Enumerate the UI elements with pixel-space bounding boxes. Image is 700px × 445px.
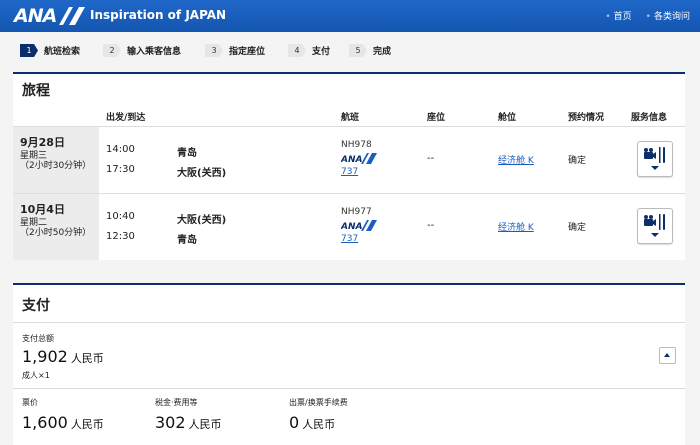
divider xyxy=(13,388,685,389)
tagline: Inspiration of JAPAN xyxy=(90,8,227,22)
fare-value: 1,600 xyxy=(22,413,68,432)
logo-text: ANA xyxy=(14,5,57,27)
chevron-up-icon xyxy=(664,353,670,357)
date-cell: 9月28日 星期三 （2小时30分钟） xyxy=(13,127,99,193)
step-passenger-info: 2 输入乘客信息 xyxy=(103,44,181,57)
date-cell: 10月4日 星期二 （2小时50分钟） xyxy=(13,194,99,260)
passenger-count: 成人×1 xyxy=(22,371,50,380)
total-value: 1,902 xyxy=(22,347,68,366)
aircraft-link[interactable]: 737 xyxy=(341,234,358,244)
fare-label: 票价 xyxy=(22,398,38,407)
inquiry-link[interactable]: • 各类询问 xyxy=(646,9,690,22)
arrival-time: 17:30 xyxy=(106,164,135,175)
chevron-down-icon xyxy=(651,233,659,237)
step-number: 4 xyxy=(288,44,306,57)
home-link[interactable]: • 首页 xyxy=(605,9,631,22)
cabin-link[interactable]: 经济舱 K xyxy=(498,220,534,233)
total-amount: 1,902 人民币 xyxy=(22,347,104,366)
service-info-button[interactable] xyxy=(637,141,673,177)
seat-value: -- xyxy=(427,153,435,164)
step-label: 指定座位 xyxy=(229,47,266,57)
step-label: 输入乘客信息 xyxy=(127,47,182,57)
step-flight-search: 1 航班检索 xyxy=(20,44,80,57)
cabin-link[interactable]: 经济舱 K xyxy=(498,153,534,166)
flight-duration: （2小时30分钟） xyxy=(20,161,92,171)
ana-airline-icon: ANA xyxy=(341,220,377,231)
reservation-status: 确定 xyxy=(568,223,587,233)
col-status: 预约情况 xyxy=(568,113,605,123)
booking-steps: 1 航班检索 2 输入乘客信息 3 指定座位 4 支付 5 完成 xyxy=(0,32,700,68)
payment-title: 支付 xyxy=(22,298,50,314)
itinerary-title: 旅程 xyxy=(22,83,50,99)
step-seat-select: 3 指定座位 xyxy=(205,44,265,57)
svg-text:ANA: ANA xyxy=(341,155,362,164)
departure-city: 青岛 xyxy=(177,148,197,159)
arrival-time: 12:30 xyxy=(106,231,135,242)
flight-row: 10月4日 星期二 （2小时50分钟） 10:40 大阪(关西) 12:30 青… xyxy=(13,193,685,260)
aircraft-link[interactable]: 737 xyxy=(341,167,358,177)
step-complete: 5 完成 xyxy=(349,44,391,57)
top-links: • 首页 • 各类询问 xyxy=(605,9,690,22)
flight-number: NH977 xyxy=(341,207,372,217)
svg-text:ANA: ANA xyxy=(341,222,362,231)
col-seat: 座位 xyxy=(427,113,446,123)
ana-logo[interactable]: ANA xyxy=(14,5,86,27)
ana-stripes-icon xyxy=(59,7,86,25)
step-number: 5 xyxy=(349,44,367,57)
col-depart-arrive: 出发/到达 xyxy=(106,113,146,123)
departure-time: 14:00 xyxy=(106,144,135,155)
col-service: 服务信息 xyxy=(631,113,668,123)
top-header: ANA Inspiration of JAPAN • 首页 • 各类询问 xyxy=(0,0,700,32)
col-cabin: 舱位 xyxy=(498,113,517,123)
total-currency: 人民币 xyxy=(70,352,104,365)
fee-currency: 人民币 xyxy=(302,418,336,431)
tax-currency: 人民币 xyxy=(188,418,222,431)
tax-label: 税金·费用等 xyxy=(155,398,198,407)
step-payment: 4 支付 xyxy=(288,44,330,57)
meal-movie-icon xyxy=(644,147,665,163)
col-flight: 航班 xyxy=(341,113,360,123)
collapse-button[interactable] xyxy=(659,347,676,364)
step-label: 支付 xyxy=(312,47,331,57)
step-label: 完成 xyxy=(373,47,392,57)
meal-movie-icon xyxy=(644,214,665,230)
service-info-button[interactable] xyxy=(637,208,673,244)
fee-value: 0 xyxy=(289,413,300,432)
flight-row: 9月28日 星期三 （2小时30分钟） 14:00 青岛 17:30 大阪(关西… xyxy=(13,126,685,193)
divider xyxy=(13,322,685,323)
tax-amount: 302 人民币 xyxy=(155,413,222,432)
fare-currency: 人民币 xyxy=(70,418,104,431)
arrival-city: 大阪(关西) xyxy=(177,168,227,179)
departure-time: 10:40 xyxy=(106,211,135,222)
reservation-status: 确定 xyxy=(568,156,587,166)
step-number: 3 xyxy=(205,44,223,57)
tax-value: 302 xyxy=(155,413,186,432)
seat-value: -- xyxy=(427,220,435,231)
chevron-down-icon xyxy=(651,166,659,170)
ana-airline-icon: ANA xyxy=(341,153,377,164)
flight-number: NH978 xyxy=(341,140,372,150)
fare-amount: 1,600 人民币 xyxy=(22,413,104,432)
step-number: 1 xyxy=(20,44,38,57)
payment-panel: 支付 支付总额 1,902 人民币 成人×1 票价 1,600 人民币 税金·费用等… xyxy=(13,283,685,445)
arrival-city: 青岛 xyxy=(177,235,197,246)
step-label: 航班检索 xyxy=(44,47,81,57)
itinerary-panel: 旅程 出发/到达 航班 座位 舱位 预约情况 服务信息 9月28日 星期三 （2… xyxy=(13,72,685,260)
fee-amount: 0 人民币 xyxy=(289,413,335,432)
departure-city: 大阪(关西) xyxy=(177,215,227,226)
flight-duration: （2小时50分钟） xyxy=(20,228,92,238)
fee-label: 出票/换票手续费 xyxy=(289,398,348,407)
step-number: 2 xyxy=(103,44,121,57)
total-label: 支付总额 xyxy=(22,334,54,343)
